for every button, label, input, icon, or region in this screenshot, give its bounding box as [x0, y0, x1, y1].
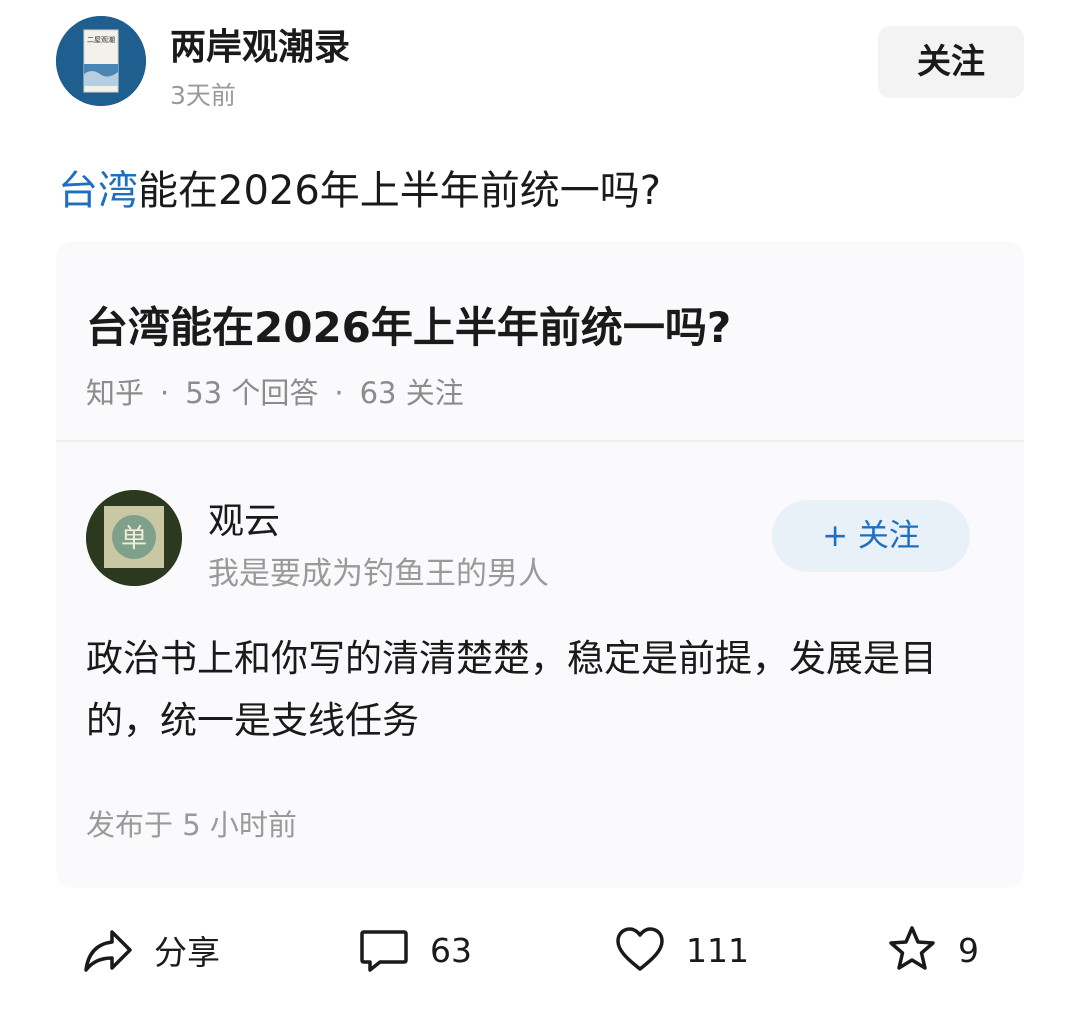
author-avatar[interactable]: 二屋观潮	[56, 16, 146, 106]
favorite-count: 9	[958, 930, 979, 970]
star-icon	[889, 926, 935, 970]
follower-count: 63 关注	[359, 376, 464, 410]
action-bar: 分享 63 111 9	[0, 910, 1080, 990]
share-label: 分享	[154, 933, 220, 972]
author-name[interactable]: 两岸观潮录	[170, 18, 350, 70]
favorite-button[interactable]: 9	[886, 910, 979, 990]
topic-link[interactable]: 台湾	[58, 168, 138, 214]
post-title: 台湾能在2026年上半年前统一吗?	[58, 158, 661, 216]
question-title[interactable]: 台湾能在2026年上半年前统一吗?	[86, 294, 731, 355]
answer-count: 53 个回答	[185, 376, 319, 410]
card-divider	[56, 440, 1024, 442]
share-icon	[84, 930, 132, 972]
comment-count: 63	[430, 930, 472, 970]
meta-separator: ·	[160, 376, 170, 410]
like-count: 111	[686, 930, 749, 970]
heart-icon	[616, 927, 664, 971]
post-time: 3天前	[170, 81, 236, 110]
seal-avatar-icon: 单	[86, 490, 182, 586]
post-title-text: 能在2026年上半年前统一吗?	[138, 168, 662, 214]
avatar-cover-text: 二屋观潮	[87, 35, 115, 44]
answerer-follow-button[interactable]: + 关注	[772, 500, 970, 572]
book-cover-icon: 二屋观潮	[56, 16, 146, 106]
shared-answer-card[interactable]: 台湾能在2026年上半年前统一吗? 知乎 · 53 个回答 · 63 关注 单 观云 我…	[56, 242, 1024, 888]
answerer-avatar[interactable]: 单	[86, 490, 182, 586]
like-button[interactable]: 111	[614, 910, 749, 990]
meta-separator: ·	[334, 376, 344, 410]
follow-button[interactable]: 关注	[878, 26, 1024, 98]
source-label: 知乎	[86, 376, 145, 410]
seal-character: 单	[121, 524, 147, 554]
comment-button[interactable]: 63	[358, 910, 472, 990]
comment-icon	[360, 930, 408, 972]
answer-text: 政治书上和你写的清清楚楚，稳定是前提，发展是目的，统一是支线任务	[86, 637, 937, 742]
answer-published-time: 发布于 5 小时前	[86, 808, 297, 842]
post-header: 二屋观潮 两岸观潮录 3天前 关注	[0, 0, 1080, 130]
share-button[interactable]: 分享	[82, 910, 220, 990]
answerer-name[interactable]: 观云	[208, 492, 280, 544]
answerer-bio: 我是要成为钓鱼王的男人	[208, 556, 549, 592]
question-meta: 知乎 · 53 个回答 · 63 关注	[86, 370, 464, 412]
